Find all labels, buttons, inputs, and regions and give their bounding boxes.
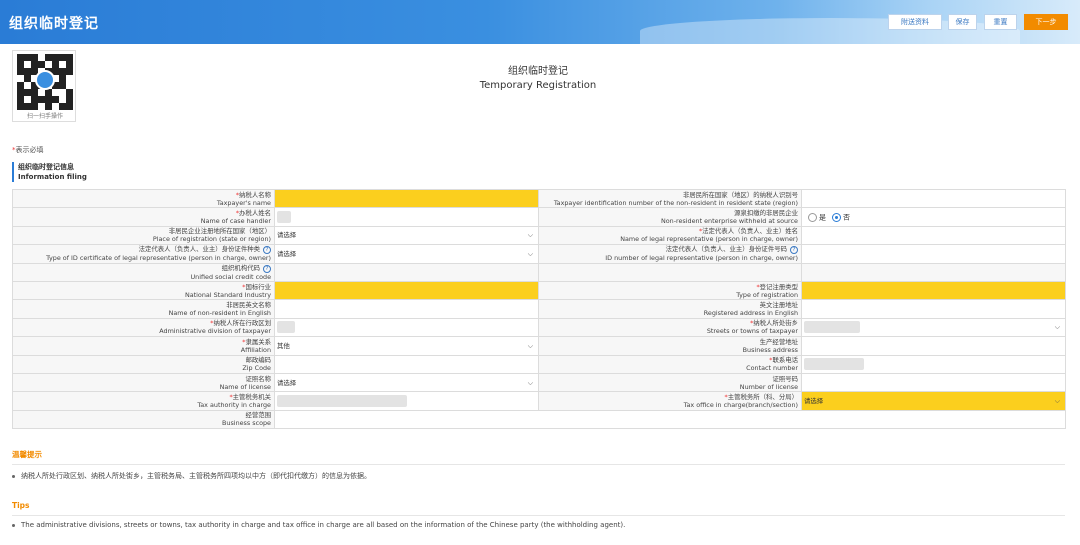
redacted-value: [804, 321, 860, 334]
reset-button[interactable]: 重置: [984, 14, 1017, 30]
label-license-name: 证照名称 Name of license: [12, 372, 275, 393]
tips-text-en: The administrative divisions, streets or…: [12, 521, 625, 529]
attach-documents-button[interactable]: 附送资料: [888, 14, 942, 30]
label-license-number: 证照号码 Number of license: [538, 372, 802, 393]
qr-caption: 扫一扫手操作: [26, 113, 63, 120]
label-legal-rep-name: *法定代表人（负责人、业主）姓名 Name of legal representa…: [538, 225, 802, 246]
app-title: 组织临时登记: [9, 16, 99, 32]
divider: [12, 464, 1065, 465]
label-tax-authority: *主管税务机关 Tax authority in charge: [12, 391, 275, 411]
tips-title-zh: 温馨提示: [12, 450, 42, 459]
section-title: 组织临时登记信息 Information filing: [12, 162, 87, 182]
label-credit-code: 组织机构代码? Unified social credit code: [12, 262, 275, 282]
required-note: *表示必填: [12, 145, 44, 155]
id-number-input[interactable]: [801, 244, 1066, 264]
radio-no-label: 否: [843, 213, 851, 222]
legal-rep-name-input[interactable]: [801, 225, 1066, 246]
label-admin-division: *纳税人所在行政区划 Administrative division of tax…: [12, 317, 275, 338]
chevron-down-icon: ⌵: [527, 341, 533, 350]
label-zip: 邮政编码 Zip Code: [12, 354, 275, 374]
chevron-down-icon: ⌵: [1054, 323, 1060, 332]
page-title-zh: 组织临时登记: [508, 66, 568, 77]
label-affiliation: *隶属关系 Affiliation: [12, 336, 275, 356]
required-note-text: 表示必填: [15, 146, 44, 154]
top-header-bar: 组织临时登记 附送资料 保存 重置 下一步: [0, 0, 1080, 44]
label-name-en: 非居民英文名称 Name of non-resident in English: [12, 299, 275, 319]
label-address-en: 英文注册地址 Registered address in English: [538, 299, 802, 319]
tin-nonresident-input[interactable]: [801, 188, 1066, 209]
bullet-icon: [12, 523, 15, 527]
address-en-input[interactable]: [801, 299, 1066, 319]
help-icon[interactable]: ?: [263, 264, 271, 273]
help-icon[interactable]: ?: [263, 246, 271, 255]
radio-no[interactable]: [832, 212, 842, 222]
affiliation-select[interactable]: 其他 ⌵: [274, 336, 539, 356]
contact-input[interactable]: [801, 354, 1066, 374]
zip-input[interactable]: [274, 354, 539, 374]
registration-form-table: *纳税人名称 Taxpayer's name 非居民所在国家（地区）的纳税人识别号…: [12, 188, 1066, 430]
chevron-down-icon: ⌵: [527, 231, 533, 240]
case-handler-input[interactable]: [274, 207, 539, 227]
redacted-value: [804, 358, 864, 371]
label-case-handler: *办税人姓名 Name of case handler: [12, 207, 275, 227]
streets-select[interactable]: ⌵: [801, 317, 1066, 338]
label-place-registration: 非居民企业注册地所在国家（地区） Place of registration (s…: [12, 225, 275, 246]
radio-yes-label: 是: [819, 213, 826, 222]
tax-office-select[interactable]: 请选择 ⌵: [801, 391, 1066, 411]
label-withheld: 源泉扣缴的非居民企业 Non-resident enterprise withhe…: [538, 207, 802, 227]
radio-yes[interactable]: [808, 212, 817, 222]
admin-division-input[interactable]: [274, 317, 539, 338]
label-tax-office: *主管税务所（科、分局） Tax office in charge(branch/…: [538, 391, 802, 411]
next-step-button[interactable]: 下一步: [1024, 14, 1068, 30]
place-registration-select[interactable]: 请选择 ⌵: [274, 225, 539, 246]
empty-cell: [801, 262, 1066, 282]
page-title: 组织临时登记 Temporary Registration: [438, 65, 638, 93]
bullet-icon: [12, 474, 15, 478]
industry-input[interactable]: [274, 280, 539, 301]
qr-code-panel[interactable]: 扫一扫手操作: [12, 50, 76, 122]
business-address-input[interactable]: [801, 336, 1066, 356]
label-scope: 经营范围 Business scope: [12, 409, 275, 430]
chevron-down-icon: ⌵: [527, 249, 533, 258]
label-business-address: 生产经营地址 Business address: [538, 336, 802, 356]
divider: [12, 515, 1065, 516]
redacted-value: [277, 211, 291, 224]
label-reg-type: *登记注册类型 Type of registration: [538, 280, 802, 301]
label-id-number: 法定代表人（负责人、业主）身份证件号码? ID number of legal r…: [538, 244, 802, 264]
label-contact: *联系电话 Contact number: [538, 354, 802, 374]
chevron-down-icon: ⌵: [1054, 396, 1060, 405]
tax-authority-input[interactable]: [274, 391, 539, 411]
redacted-value: [277, 394, 407, 407]
reg-type-input[interactable]: [801, 280, 1066, 301]
license-name-select[interactable]: 请选择 ⌵: [274, 372, 539, 393]
qr-logo-icon: [35, 70, 55, 90]
help-icon[interactable]: ?: [790, 246, 798, 255]
tips-title-en: Tips: [12, 501, 30, 510]
section-title-zh: 组织临时登记信息: [18, 163, 74, 171]
redacted-value: [277, 321, 295, 334]
label-taxpayer-name: *纳税人名称 Taxpayer's name: [12, 188, 275, 209]
license-number-input[interactable]: [801, 372, 1066, 393]
label-tin-nonresident: 非居民所在国家（地区）的纳税人识别号 Taxpayer identificatio…: [538, 188, 802, 209]
credit-code-input[interactable]: [274, 262, 539, 282]
page-title-en: Temporary Registration: [479, 80, 597, 91]
withheld-radio-group: 是 否: [801, 207, 1066, 227]
chevron-down-icon: ⌵: [527, 378, 533, 387]
taxpayer-name-input[interactable]: [274, 188, 539, 209]
section-title-en: Information filing: [18, 173, 87, 181]
empty-cell: [538, 262, 802, 282]
label-industry: *国标行业 National Standard Industry: [12, 280, 275, 301]
save-button[interactable]: 保存: [948, 14, 977, 30]
id-type-select[interactable]: 请选择 ⌵: [274, 244, 539, 264]
name-en-input[interactable]: [274, 299, 539, 319]
label-id-type: 法定代表人（负责人、业主）身份证件种类? Type of ID certifica…: [12, 244, 275, 264]
tips-text-zh: 纳税人所处行政区划、纳税人所处街乡，主管税务局、主管税务所四项均以中方（即代扣代…: [12, 471, 371, 481]
label-streets: *纳税人所处街乡 Streets or towns of taxpayer: [538, 317, 802, 338]
scope-input[interactable]: [274, 409, 1066, 430]
